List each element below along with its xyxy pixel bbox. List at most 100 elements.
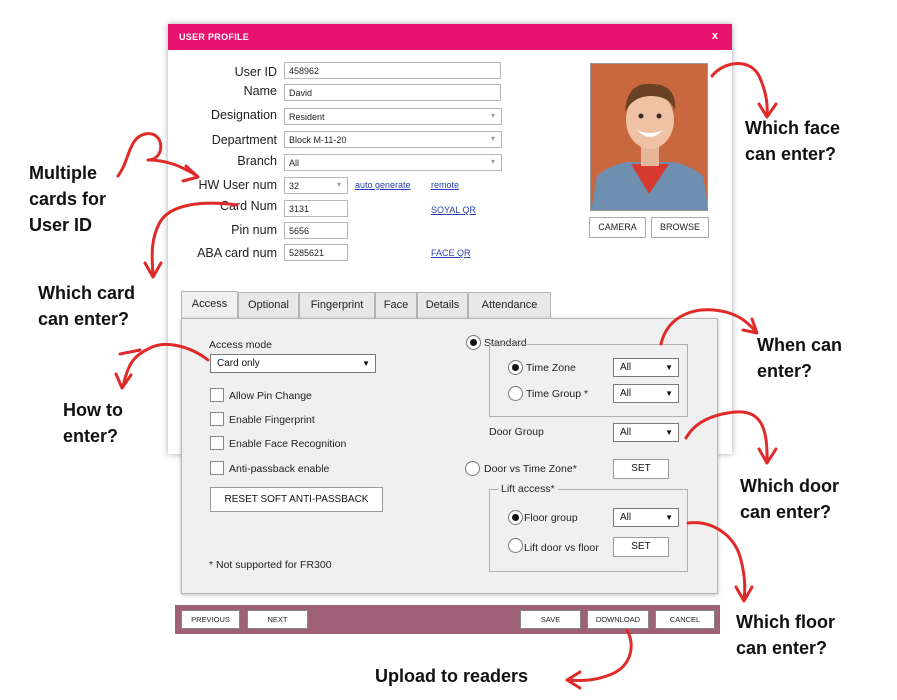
annotation-face-line-1: Which face — [745, 118, 841, 138]
time-zone-select[interactable]: All — [613, 358, 679, 377]
name-label: Name — [243, 84, 277, 98]
card-num-label: Card Num — [220, 199, 277, 213]
annotation-when-line-1: When can — [757, 335, 843, 355]
close-icon[interactable]: x — [712, 30, 718, 42]
department-select[interactable]: Block M-11-20 — [284, 131, 502, 148]
annotation-how-line-2: enter? — [63, 426, 119, 446]
annotation-multiple-cards-line-3: User ID — [29, 215, 93, 235]
designation-label: Designation — [210, 108, 277, 122]
door-vs-time-zone-set-button[interactable]: SET — [613, 459, 669, 479]
time-zone-radio[interactable] — [508, 360, 523, 375]
access-mode-select[interactable]: Card only — [210, 354, 376, 373]
door-group-select[interactable]: All — [613, 423, 679, 442]
annotation-which-card-line-1: Which card — [38, 283, 136, 303]
tab-access[interactable]: Access — [181, 291, 238, 320]
floor-group-select[interactable]: All — [613, 508, 679, 527]
title-bar: USER PROFILE x — [168, 24, 732, 50]
user-photo — [590, 63, 708, 211]
branch-label: Branch — [237, 154, 277, 168]
hw-user-num-select[interactable]: 32 — [284, 177, 348, 194]
window-title: USER PROFILE — [179, 32, 250, 42]
enable-face-recognition-checkbox[interactable] — [210, 436, 224, 450]
standard-radio[interactable] — [466, 335, 481, 350]
camera-button[interactable]: CAMERA — [589, 217, 646, 238]
annotation-when: When can enter? — [757, 332, 842, 384]
download-button[interactable]: DOWNLOAD — [587, 610, 649, 629]
enable-face-recognition-label: Enable Face Recognition — [229, 438, 347, 450]
hw-user-num-label: HW User num — [198, 178, 277, 192]
door-group-label: Door Group — [489, 426, 544, 438]
save-button[interactable]: SAVE — [520, 610, 581, 629]
auto-generate-link[interactable]: auto generate — [355, 180, 411, 190]
annotation-multiple-cards-line-2: cards for — [29, 189, 107, 209]
bottom-button-bar: PREVIOUS NEXT SAVE DOWNLOAD CANCEL — [175, 605, 720, 634]
tab-details[interactable]: Details — [417, 292, 468, 319]
time-group-label: Time Group * — [526, 388, 589, 400]
door-vs-time-zone-label: Door vs Time Zone* — [484, 463, 577, 475]
face-qr-link[interactable]: FACE QR — [431, 248, 471, 258]
designation-select[interactable]: Resident — [284, 108, 502, 125]
floor-group-label: Floor group — [524, 512, 578, 524]
user-photo-image — [591, 64, 707, 210]
pin-num-input[interactable]: 5656 — [284, 222, 348, 239]
lift-door-vs-floor-radio[interactable] — [508, 538, 523, 553]
lift-access-group — [489, 489, 688, 572]
annotation-which-card-line-2: can enter? — [38, 309, 130, 329]
annotation-how-line-1: How to — [63, 400, 123, 420]
floor-group-radio[interactable] — [508, 510, 523, 525]
access-mode-label: Access mode — [209, 339, 273, 351]
anti-passback-label: Anti-passback enable — [229, 463, 330, 475]
annotation-which-card: Which card can enter? — [38, 280, 135, 332]
tab-optional[interactable]: Optional — [238, 292, 299, 319]
annotation-door-line-1: Which door — [740, 476, 839, 496]
remote-link[interactable]: remote — [431, 180, 459, 190]
annotation-floor: Which floor can enter? — [736, 609, 835, 661]
enable-fingerprint-label: Enable Fingerprint — [229, 414, 315, 426]
time-group-radio[interactable] — [508, 386, 523, 401]
user-id-label: User ID — [234, 65, 277, 79]
lift-door-vs-floor-label: Lift door vs floor — [524, 542, 599, 554]
annotation-multiple-cards-line-1: Multiple — [29, 163, 97, 183]
tab-face[interactable]: Face — [375, 292, 417, 319]
aba-card-num-input[interactable]: 5285621 — [284, 244, 348, 261]
name-input[interactable]: David — [284, 84, 501, 101]
annotation-door: Which door can enter? — [740, 473, 839, 525]
lift-door-set-button[interactable]: SET — [613, 537, 669, 557]
annotation-floor-line-1: Which floor — [736, 612, 835, 632]
card-num-input[interactable]: 3131 — [284, 200, 348, 217]
department-label: Department — [211, 133, 277, 147]
standard-group — [489, 344, 688, 417]
annotation-multiple-cards: Multiple cards for User ID — [29, 160, 106, 238]
user-id-input[interactable]: 458962 — [284, 62, 501, 79]
allow-pin-change-label: Allow Pin Change — [229, 390, 312, 402]
annotation-face: Which face can enter? — [745, 115, 840, 167]
tab-attendance[interactable]: Attendance — [468, 292, 551, 319]
enable-fingerprint-checkbox[interactable] — [210, 412, 224, 426]
tab-fingerprint[interactable]: Fingerprint — [299, 292, 375, 319]
footnote-text: * Not supported for FR300 — [209, 559, 332, 571]
arrow-upload — [566, 628, 633, 682]
annotation-face-line-2: can enter? — [745, 144, 837, 164]
annotation-floor-line-2: can enter? — [736, 638, 828, 658]
time-zone-label: Time Zone — [526, 362, 576, 374]
branch-select[interactable]: All — [284, 154, 502, 171]
cancel-button[interactable]: CANCEL — [655, 610, 715, 629]
pin-num-label: Pin num — [231, 223, 277, 237]
access-panel: Access mode Card only Allow Pin Change E… — [181, 318, 718, 594]
soyal-qr-link[interactable]: SOYAL QR — [431, 205, 476, 215]
annotation-how: How to enter? — [63, 397, 123, 449]
annotation-upload: Upload to readers — [375, 666, 529, 686]
aba-card-num-label: ABA card num — [197, 246, 277, 260]
previous-button[interactable]: PREVIOUS — [181, 610, 240, 629]
reset-soft-anti-passback-button[interactable]: RESET SOFT ANTI-PASSBACK — [210, 487, 383, 512]
allow-pin-change-checkbox[interactable] — [210, 388, 224, 402]
stage: USER PROFILE x User ID Name Designation … — [0, 0, 897, 700]
annotation-when-line-2: enter? — [757, 361, 813, 381]
next-button[interactable]: NEXT — [247, 610, 308, 629]
browse-button[interactable]: BROWSE — [651, 217, 709, 238]
door-vs-time-zone-radio[interactable] — [465, 461, 480, 476]
anti-passback-checkbox[interactable] — [210, 461, 224, 475]
lift-access-label: Lift access* — [498, 483, 558, 495]
time-group-select[interactable]: All — [613, 384, 679, 403]
annotation-door-line-2: can enter? — [740, 502, 832, 522]
